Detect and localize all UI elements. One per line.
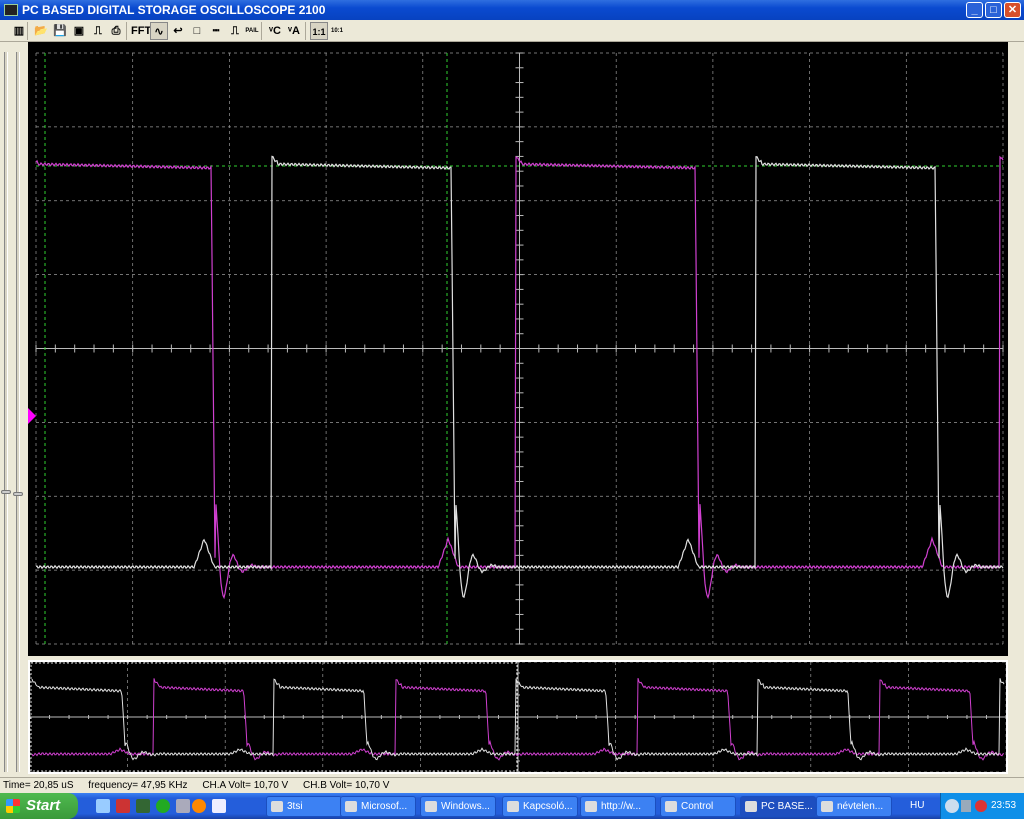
taskbar-button[interactable]: PC BASE...	[740, 796, 816, 817]
trigger-level-marker	[28, 408, 36, 424]
task-label: Windows...	[441, 801, 490, 812]
task-app-icon	[271, 801, 283, 812]
channel-a-offset-slider[interactable]	[4, 52, 8, 772]
quicklaunch-desktop-icon[interactable]	[212, 799, 226, 813]
app-icon	[4, 4, 18, 16]
task-app-icon	[745, 801, 757, 812]
display-button[interactable]: ▣	[70, 22, 88, 40]
channel-button[interactable]: ▥	[10, 22, 28, 40]
open-folder-button[interactable]: 📂	[32, 22, 50, 40]
cursor-box-button[interactable]: □	[188, 22, 206, 40]
print-button[interactable]: ⎙	[107, 22, 125, 40]
overview-plot	[29, 661, 1007, 773]
toolbar-separator	[261, 22, 262, 40]
task-app-icon	[585, 801, 597, 812]
overview-display[interactable]	[28, 660, 1008, 774]
level-sliders	[0, 42, 28, 777]
probe-button[interactable]: ⎍	[89, 22, 107, 40]
taskbar-button[interactable]: http://w...	[580, 796, 656, 817]
quicklaunch-document-icon[interactable]	[176, 799, 190, 813]
waveform-button[interactable]: ∿	[150, 22, 168, 40]
task-label: http://w...	[601, 801, 642, 812]
task-label: névtelen...	[837, 801, 884, 812]
right-border	[1008, 42, 1024, 777]
task-app-icon	[665, 801, 677, 812]
time-readout: Time= 20,85 uS	[3, 780, 74, 791]
close-button[interactable]: ✕	[1004, 2, 1021, 18]
toolbar-separator	[126, 22, 127, 40]
trigger-a-button[interactable]: ᵛA	[285, 22, 303, 40]
fft-button[interactable]: FFT	[131, 22, 151, 40]
task-label: 3tsi	[287, 801, 303, 812]
windows-flag-icon	[6, 799, 20, 813]
start-button[interactable]: Start	[0, 793, 78, 819]
language-indicator[interactable]: HU	[910, 793, 924, 819]
ratio-1-1-button[interactable]: 1:1	[310, 22, 328, 40]
task-app-icon	[345, 801, 357, 812]
chb-volt-readout: CH.B Volt= 10,70 V	[302, 780, 390, 791]
system-tray: 23:53	[940, 793, 1024, 819]
task-label: Control	[681, 801, 714, 812]
quicklaunch-save-icon[interactable]	[116, 799, 130, 813]
ratio-10-1-button[interactable]: 10:1	[328, 22, 346, 40]
taskbar-button[interactable]: Microsof...	[340, 796, 416, 817]
minimize-button[interactable]: _	[966, 2, 983, 18]
quicklaunch-firefox-icon[interactable]	[192, 799, 206, 813]
taskbar-button[interactable]: névtelen...	[816, 796, 892, 817]
scope-plot	[28, 52, 1004, 645]
frequency-readout: frequency= 47,95 KHz	[88, 780, 188, 791]
start-label: Start	[26, 797, 61, 814]
tray-network-icon[interactable]	[961, 800, 971, 812]
task-app-icon	[507, 801, 519, 812]
status-bar: Time= 20,85 uS frequency= 47,95 KHz CH.A…	[0, 777, 1024, 793]
clock: 23:53	[991, 800, 1017, 811]
undo-wave-button[interactable]: ↩	[169, 22, 187, 40]
taskbar-button[interactable]: Windows...	[420, 796, 496, 817]
quicklaunch-scope-icon[interactable]	[136, 799, 150, 813]
channel-b-slider-thumb[interactable]	[13, 492, 23, 496]
channel-a-slider-thumb[interactable]	[1, 490, 11, 494]
taskbar-button[interactable]: Kapcsoló...	[502, 796, 578, 817]
task-label: Microsof...	[361, 801, 408, 812]
quicklaunch-utorrent-icon[interactable]	[156, 799, 170, 813]
taskbar-button[interactable]: Control	[660, 796, 736, 817]
cursor-lines-button[interactable]: ┅	[207, 22, 225, 40]
maximize-button[interactable]: □	[985, 2, 1002, 18]
trigger-c-button[interactable]: ᵛC	[266, 22, 284, 40]
tray-security-icon[interactable]	[975, 800, 987, 812]
toolbar-separator	[305, 22, 306, 40]
title-bar: PC BASED DIGITAL STORAGE OSCILLOSCOPE 21…	[0, 0, 1024, 20]
task-label: Kapcsoló...	[523, 801, 573, 812]
task-app-icon	[821, 801, 833, 812]
oscilloscope-display[interactable]	[28, 42, 1008, 656]
tray-expand-icon[interactable]	[945, 799, 959, 813]
task-app-icon	[425, 801, 437, 812]
quicklaunch-ie-icon[interactable]	[96, 799, 110, 813]
toolbar-separator	[27, 22, 28, 40]
cha-volt-readout: CH.A Volt= 10,70 V	[202, 780, 289, 791]
toolbar: ▥📂💾▣⎍⎙FFT∿↩□┅⎍PAIL SAFEᵛCᵛA1:110:1	[0, 20, 1024, 52]
save-button[interactable]: 💾	[51, 22, 69, 40]
window-title: PC BASED DIGITAL STORAGE OSCILLOSCOPE 21…	[22, 3, 326, 17]
channel-b-offset-slider[interactable]	[16, 52, 20, 772]
taskbar-button[interactable]: 3tsi	[266, 796, 342, 817]
task-label: PC BASE...	[761, 801, 813, 812]
pass-fail-button[interactable]: PAIL SAFE	[243, 22, 261, 52]
taskbar: Start 3tsi Microsof... Windows... Kapcsoló.…	[0, 793, 1024, 819]
pulse-button[interactable]: ⎍	[226, 22, 244, 40]
